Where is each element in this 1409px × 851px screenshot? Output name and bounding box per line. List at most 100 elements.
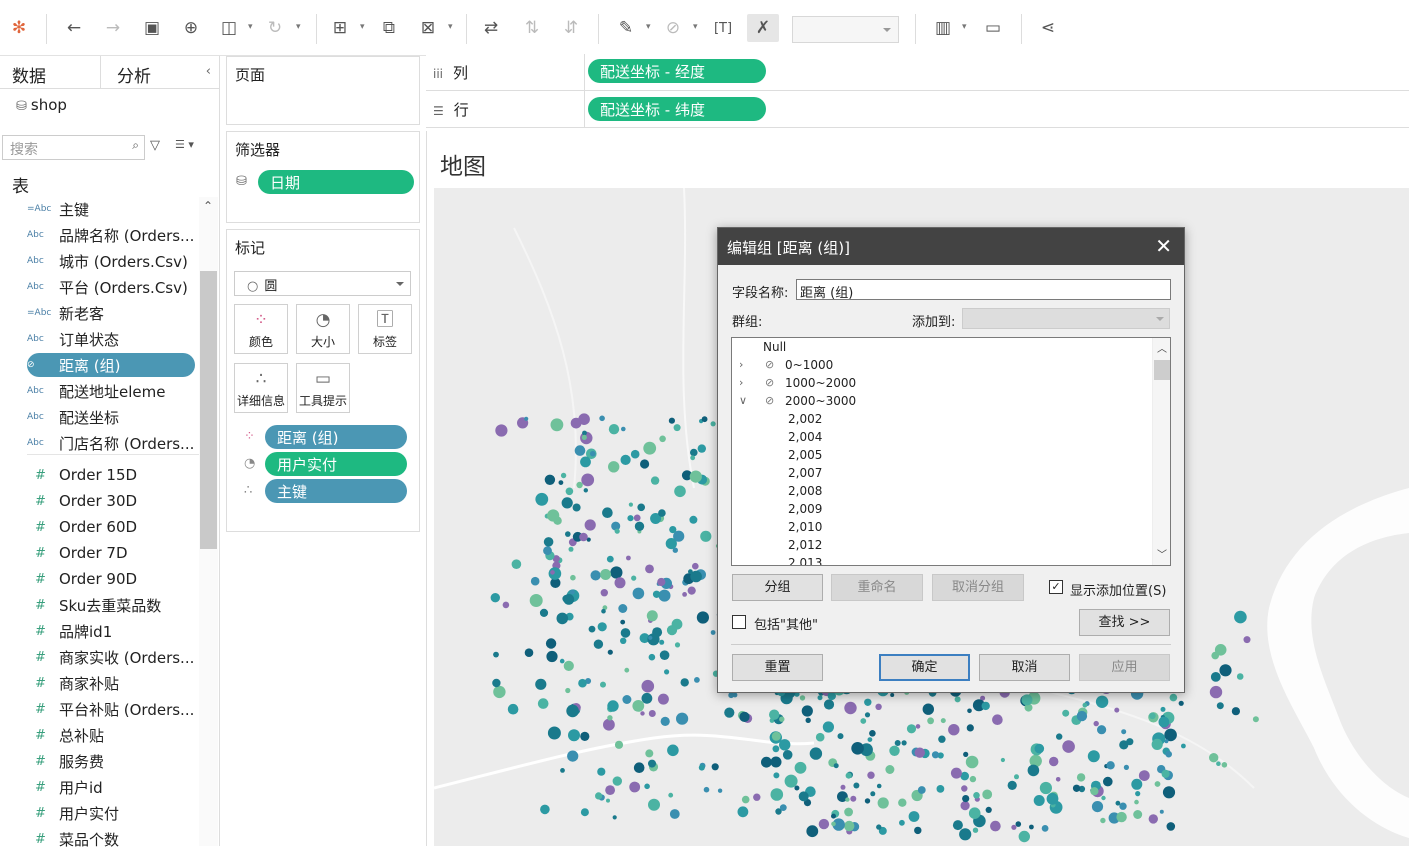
map-point[interactable] — [1234, 610, 1247, 624]
map-point[interactable] — [580, 808, 589, 817]
map-point[interactable] — [717, 788, 723, 793]
map-point[interactable] — [922, 703, 934, 715]
map-point[interactable] — [927, 717, 934, 725]
map-point[interactable] — [600, 589, 608, 597]
map-point[interactable] — [657, 577, 666, 587]
map-point[interactable] — [648, 635, 653, 640]
map-point[interactable] — [560, 472, 567, 479]
group-button[interactable]: 分组 — [732, 574, 823, 601]
map-point[interactable] — [1041, 825, 1049, 832]
map-point[interactable] — [840, 784, 846, 790]
map-point[interactable] — [782, 750, 793, 760]
map-point[interactable] — [668, 417, 675, 424]
map-point[interactable] — [524, 648, 534, 657]
map-point[interactable] — [1027, 764, 1040, 777]
map-point[interactable] — [845, 797, 850, 802]
map-point[interactable] — [1158, 716, 1170, 728]
map-point[interactable] — [620, 619, 626, 625]
map-point[interactable] — [885, 765, 895, 774]
map-point[interactable] — [845, 772, 852, 779]
map-point[interactable] — [1015, 821, 1022, 827]
map-point[interactable] — [1231, 707, 1240, 716]
map-point[interactable] — [666, 625, 678, 636]
pages-card[interactable]: 页面 — [226, 56, 420, 125]
map-point[interactable] — [674, 642, 681, 648]
map-point[interactable] — [724, 707, 735, 718]
map-point[interactable] — [652, 627, 663, 638]
map-point[interactable] — [610, 566, 623, 579]
map-point[interactable] — [1169, 693, 1178, 702]
map-point[interactable] — [823, 699, 835, 710]
map-point[interactable] — [570, 574, 576, 581]
map-point[interactable] — [1103, 776, 1113, 787]
map-point[interactable] — [698, 764, 705, 771]
field-item[interactable]: # 用户id — [27, 775, 195, 799]
map-point[interactable] — [801, 705, 813, 717]
tree-item[interactable]: 2,005 — [788, 448, 822, 462]
map-point[interactable] — [565, 687, 571, 694]
map-point[interactable] — [753, 793, 761, 801]
map-point[interactable] — [630, 449, 640, 459]
filters-card[interactable]: 筛选器 ⛁ 日期 — [226, 131, 420, 223]
tree-item[interactable]: 2,012 — [788, 538, 822, 552]
map-point[interactable] — [626, 555, 631, 561]
chevron-up-icon[interactable]: ︿ — [1157, 340, 1167, 355]
map-point[interactable] — [581, 434, 587, 440]
map-point[interactable] — [1236, 673, 1244, 680]
map-point[interactable] — [535, 492, 549, 506]
map-point[interactable] — [1135, 791, 1141, 797]
map-point[interactable] — [690, 448, 698, 457]
map-point[interactable] — [1216, 761, 1221, 766]
map-point[interactable] — [1165, 750, 1172, 758]
map-point[interactable] — [659, 639, 665, 645]
map-point[interactable] — [1034, 743, 1045, 754]
map-point[interactable] — [580, 456, 591, 468]
map-point[interactable] — [1056, 733, 1063, 740]
map-point[interactable] — [537, 698, 549, 709]
field-item[interactable]: ⊘ 距离 (组) — [27, 353, 195, 377]
map-point[interactable] — [794, 785, 800, 791]
map-point[interactable] — [779, 739, 791, 751]
map-point[interactable] — [1151, 738, 1163, 751]
map-point[interactable] — [967, 708, 972, 714]
map-point[interactable] — [676, 712, 689, 725]
map-point[interactable] — [961, 785, 968, 792]
map-point[interactable] — [650, 476, 660, 485]
field-item[interactable]: Abc 订单状态 — [27, 327, 195, 351]
chevron-down-icon[interactable]: ∨ — [739, 394, 747, 407]
map-point[interactable] — [544, 474, 556, 485]
map-point[interactable] — [690, 570, 702, 583]
map-point[interactable] — [593, 639, 604, 649]
map-point[interactable] — [493, 685, 506, 699]
map-point[interactable] — [1049, 756, 1059, 767]
map-point[interactable] — [556, 612, 569, 625]
map-point[interactable] — [658, 509, 666, 517]
map-point[interactable] — [1100, 817, 1106, 824]
scrollbar-thumb[interactable] — [200, 271, 217, 549]
field-item[interactable]: # Order 90D — [27, 567, 195, 591]
map-point[interactable] — [1091, 801, 1104, 813]
map-point[interactable] — [1131, 778, 1143, 790]
tree-item[interactable]: 1000~2000 — [785, 376, 856, 390]
map-point[interactable] — [612, 815, 617, 820]
map-point[interactable] — [876, 824, 882, 830]
map-point[interactable] — [1029, 824, 1034, 830]
field-item[interactable]: # 品牌id1 — [27, 619, 195, 643]
map-point[interactable] — [772, 745, 780, 753]
field-item[interactable]: # Order 60D — [27, 515, 195, 539]
size-button[interactable]: ◔ 大小 — [296, 304, 350, 354]
map-point[interactable] — [606, 555, 614, 563]
map-point[interactable] — [1095, 695, 1109, 708]
mark-type-select[interactable]: ○ 圆 — [234, 271, 411, 296]
filter-icon[interactable]: ▽ — [150, 138, 160, 153]
field-item[interactable]: Abc 配送地址eleme — [27, 379, 195, 403]
chevron-right-icon[interactable]: › — [739, 358, 743, 371]
map-point[interactable] — [559, 658, 565, 664]
map-point[interactable] — [851, 742, 864, 755]
map-point[interactable] — [641, 679, 655, 693]
map-point[interactable] — [669, 809, 680, 819]
map-point[interactable] — [614, 528, 620, 534]
map-point[interactable] — [773, 772, 780, 779]
map-point[interactable] — [1033, 795, 1045, 806]
map-point[interactable] — [703, 786, 710, 793]
